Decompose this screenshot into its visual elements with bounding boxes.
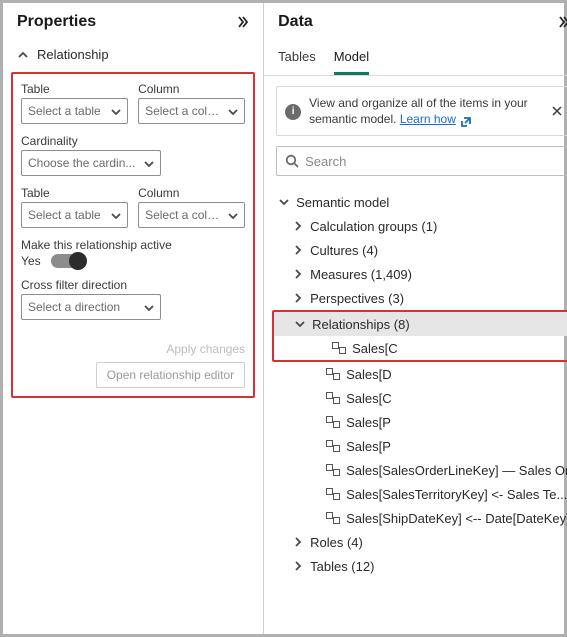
info-learn-link[interactable]: Learn how (400, 112, 456, 126)
crossfilter-select[interactable]: Select a direction (21, 294, 161, 320)
chevron-down-icon (278, 196, 290, 208)
tree-rel-item[interactable]: Sales[C (268, 386, 567, 410)
chevron-right-icon (292, 220, 304, 232)
table1-label: Table (21, 82, 128, 96)
active-state: Yes (21, 254, 41, 268)
relationship-icon (326, 416, 340, 428)
search-box[interactable] (276, 146, 567, 176)
apply-changes-button[interactable]: Apply changes (166, 342, 245, 356)
chevron-up-icon (17, 49, 29, 61)
model-tree: Semantic model Calculation groups (1) Cu… (268, 190, 567, 578)
table1-select[interactable]: Select a table (21, 98, 128, 124)
chevron-right-icon (292, 292, 304, 304)
tree-rel-item[interactable]: Sales[SalesOrderLineKey] — Sales Or... (268, 458, 567, 482)
tree-rel-item[interactable]: Sales[P (268, 434, 567, 458)
relationship-icon (326, 440, 340, 452)
column2-label: Column (138, 186, 245, 200)
relationship-section-header[interactable]: Relationship (3, 39, 263, 70)
tree-tables[interactable]: Tables (12) (268, 554, 567, 578)
relationship-icon (326, 368, 340, 380)
relationship-icon (332, 342, 346, 354)
tree-perspectives[interactable]: Perspectives (3) (268, 286, 567, 310)
external-link-icon (461, 115, 471, 125)
relationship-icon (326, 512, 340, 524)
tree-cultures[interactable]: Cultures (4) (268, 238, 567, 262)
chevron-right-icon (292, 536, 304, 548)
close-icon[interactable] (551, 105, 563, 117)
open-relationship-editor-button[interactable]: Open relationship editor (96, 362, 245, 388)
active-label: Make this relationship active (21, 238, 245, 252)
crossfilter-label: Cross filter direction (21, 278, 161, 292)
cardinality-select[interactable]: Choose the cardin... (21, 150, 161, 176)
relationship-section-label: Relationship (37, 47, 109, 62)
chevron-right-icon (292, 560, 304, 572)
chevron-down-icon (228, 210, 238, 220)
relationships-highlight: Relationships (8) Sales[C (272, 310, 567, 362)
tab-model[interactable]: Model (334, 43, 369, 75)
data-pane: Data Tables Model i View and organize al… (264, 3, 567, 634)
properties-pane: Properties Relationship Table Select a t… (3, 3, 264, 634)
table2-label: Table (21, 186, 128, 200)
relationship-icon (326, 488, 340, 500)
chevron-right-icon (292, 268, 304, 280)
collapse-properties-icon[interactable] (233, 14, 249, 30)
data-title: Data (278, 13, 313, 31)
properties-title: Properties (17, 13, 96, 31)
tree-measures[interactable]: Measures (1,409) (268, 262, 567, 286)
tab-tables[interactable]: Tables (278, 43, 316, 75)
info-icon: i (285, 104, 301, 120)
column1-select[interactable]: Select a column (138, 98, 245, 124)
collapse-data-icon[interactable] (554, 14, 567, 30)
relationship-icon (326, 392, 340, 404)
tree-semantic-model[interactable]: Semantic model (268, 190, 567, 214)
tree-rel-item[interactable]: Sales[P (268, 410, 567, 434)
table2-select[interactable]: Select a table (21, 202, 128, 228)
relationship-icon (326, 464, 340, 476)
tree-calc-groups[interactable]: Calculation groups (1) (268, 214, 567, 238)
tree-rel-item[interactable]: Sales[SalesTerritoryKey] <- Sales Te... (268, 482, 567, 506)
chevron-down-icon (144, 158, 154, 168)
info-banner: i View and organize all of the items in … (276, 86, 567, 136)
chevron-down-icon (111, 210, 121, 220)
tree-rel-item[interactable]: Sales[ShipDateKey] <-- Date[DateKey] (268, 506, 567, 530)
column2-select[interactable]: Select a column (138, 202, 245, 228)
chevron-down-icon (294, 318, 306, 330)
relationship-form-highlight: Table Select a table Column Select a col… (11, 72, 255, 398)
search-input[interactable] (305, 154, 562, 169)
chevron-right-icon (292, 244, 304, 256)
tree-roles[interactable]: Roles (4) (268, 530, 567, 554)
chevron-down-icon (144, 302, 154, 312)
chevron-down-icon (228, 106, 238, 116)
cardinality-label: Cardinality (21, 134, 161, 148)
chevron-down-icon (111, 106, 121, 116)
column1-label: Column (138, 82, 245, 96)
tree-relationships[interactable]: Relationships (8) (274, 312, 567, 336)
tree-rel-item[interactable]: Sales[D (268, 362, 567, 386)
search-icon (285, 154, 299, 168)
tree-rel-item[interactable]: Sales[C (274, 336, 567, 360)
active-toggle[interactable] (51, 254, 85, 268)
